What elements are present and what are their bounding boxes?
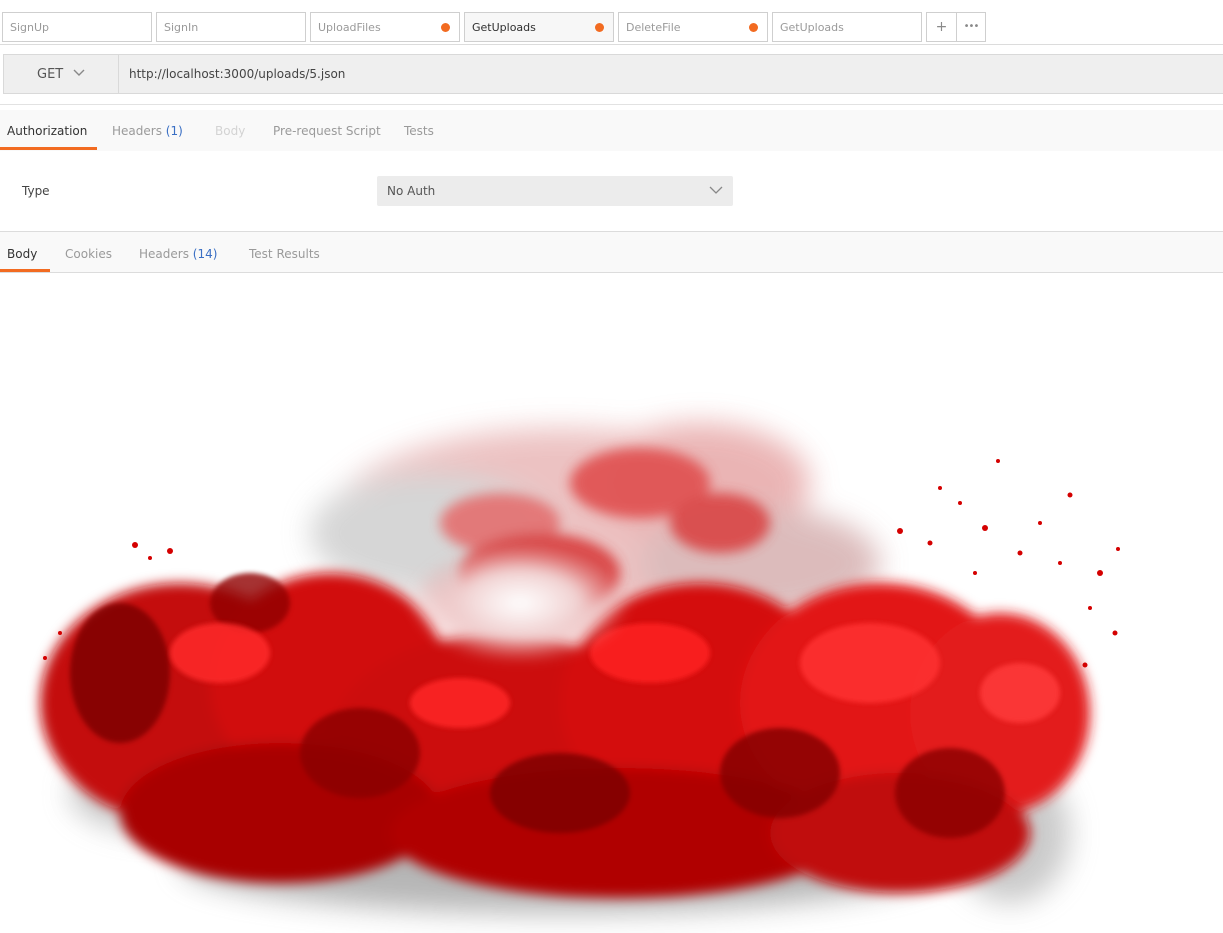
request-options-tabs: Authorization Headers (1) Body Pre-reque… [0,110,1223,152]
request-tab-label: DeleteFile [626,21,681,34]
request-tab-label: SignUp [10,21,50,34]
response-tabs: Body Cookies Headers (14) Test Results [0,232,1223,273]
unsaved-dot-icon [749,23,758,32]
auth-type-select[interactable]: No Auth [377,176,733,206]
request-tab-label: SignIn [164,21,199,34]
request-tab-label: GetUploads [472,21,536,34]
method-select[interactable]: GET [3,54,119,94]
tab-label: Headers [112,124,162,138]
request-tab-strip: SignUp SignIn UploadFiles GetUploads Del… [0,0,1223,45]
request-tab-label: GetUploads [780,21,844,34]
tab-label: Test Results [249,247,320,261]
tab-tests[interactable]: Tests [404,124,434,138]
tab-label: Cookies [65,247,112,261]
tab-response-body[interactable]: Body [7,247,37,261]
tab-label: Tests [404,124,434,138]
response-body-viewer [0,273,1223,933]
url-text: http://localhost:3000/uploads/5.json [129,67,346,81]
request-tab-label: UploadFiles [318,21,381,34]
red-smoke-image [40,423,1120,913]
url-bar: GET http://localhost:3000/uploads/5.json [0,45,1223,105]
tab-cookies[interactable]: Cookies [65,247,112,261]
tab-label: Body [215,124,246,138]
active-tab-indicator [0,147,97,150]
plus-icon: + [935,19,948,35]
url-input[interactable]: http://localhost:3000/uploads/5.json [118,54,1223,94]
tab-body: Body [215,124,245,138]
tab-prerequest-script[interactable]: Pre-request Script [273,124,381,138]
tab-headers[interactable]: Headers (1) [112,124,183,138]
headers-count-badge: (1) [165,124,183,138]
more-tabs-button[interactable]: ••• [956,12,986,42]
request-tab-signin[interactable]: SignIn [156,12,306,42]
request-tab-uploadfiles[interactable]: UploadFiles [310,12,460,42]
unsaved-dot-icon [441,23,450,32]
ellipsis-icon: ••• [963,21,980,32]
headers-count-badge: (14) [192,247,218,261]
tab-authorization[interactable]: Authorization [7,124,87,138]
active-tab-indicator [0,269,50,272]
chevron-down-icon [73,69,85,76]
auth-type-value: No Auth [387,184,436,198]
chevron-down-icon [709,186,723,194]
method-label: GET [37,67,64,82]
request-tab-getuploads-active[interactable]: GetUploads [464,12,614,42]
new-tab-button[interactable]: + [926,12,957,42]
tab-label: Body [7,247,38,261]
tab-label: Headers [139,247,189,261]
tab-response-headers[interactable]: Headers (14) [139,247,217,261]
tab-label: Pre-request Script [273,124,381,138]
unsaved-dot-icon [595,23,604,32]
tab-test-results[interactable]: Test Results [249,247,320,261]
tab-label: Authorization [7,124,88,138]
request-tab-signup[interactable]: SignUp [2,12,152,42]
request-tab-getuploads[interactable]: GetUploads [772,12,922,42]
request-tab-deletefile[interactable]: DeleteFile [618,12,768,42]
auth-type-label: Type [22,184,50,198]
authorization-panel: Type No Auth [0,151,1223,232]
